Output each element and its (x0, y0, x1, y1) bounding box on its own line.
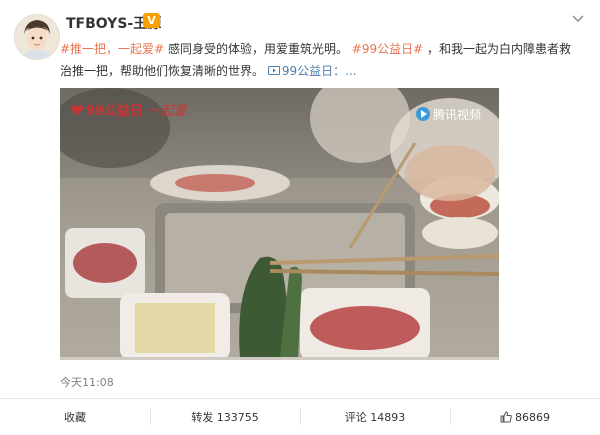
like-button[interactable]: 86869 (450, 399, 600, 435)
avatar[interactable] (14, 14, 60, 60)
heart-icon (70, 105, 84, 115)
favorite-button[interactable]: 收藏 (0, 399, 150, 435)
favorite-label: 收藏 (64, 411, 86, 424)
video-frame (60, 88, 499, 360)
post-timestamp[interactable]: 今天11:08 (60, 374, 114, 390)
post-content: #推一把，一起爱# 感同身受的体验，用爱重筑光明。 #99公益日# ，和我一起为… (60, 38, 580, 82)
action-bar: 收藏 转发 133755 评论 14893 86869 (0, 399, 600, 435)
thumbs-up-icon (500, 411, 512, 423)
post-text: 感同身受的体验，用爱重筑光明。 (167, 42, 348, 56)
vip-v-icon: V (143, 13, 160, 28)
chevron-down-icon[interactable] (571, 12, 585, 26)
weibo-post-card: TFBOYS-王源 V #推一把，一起爱# 感同身受的体验，用爱重筑光明。 #9… (0, 0, 600, 435)
comment-label: 评论 14893 (344, 411, 406, 424)
external-link[interactable]: 99公益日：... (267, 64, 357, 78)
play-icon (416, 107, 430, 121)
video-player[interactable]: 99公益日 一起爱 腾讯视频 (60, 88, 499, 360)
external-link-label: 99公益日：... (281, 64, 357, 78)
hashtag-link[interactable]: #推一把，一起爱# (60, 42, 164, 56)
comment-button[interactable]: 评论 14893 (300, 399, 450, 435)
brand-logo-text: 99公益日 (86, 104, 144, 119)
hashtag-link[interactable]: #99公益日# (352, 42, 423, 56)
like-count: 86869 (515, 410, 550, 424)
repost-button[interactable]: 转发 133755 (150, 399, 300, 435)
video-link-icon (267, 66, 280, 75)
watermark-text: 腾讯视频 (433, 108, 482, 122)
watermark: 腾讯视频 (416, 106, 481, 123)
brand-script: 一起爱 (147, 104, 187, 119)
repost-label: 转发 133755 (191, 411, 259, 424)
brand-logo: 99公益日 一起爱 (70, 100, 187, 119)
video-progress-bar[interactable] (60, 357, 499, 360)
